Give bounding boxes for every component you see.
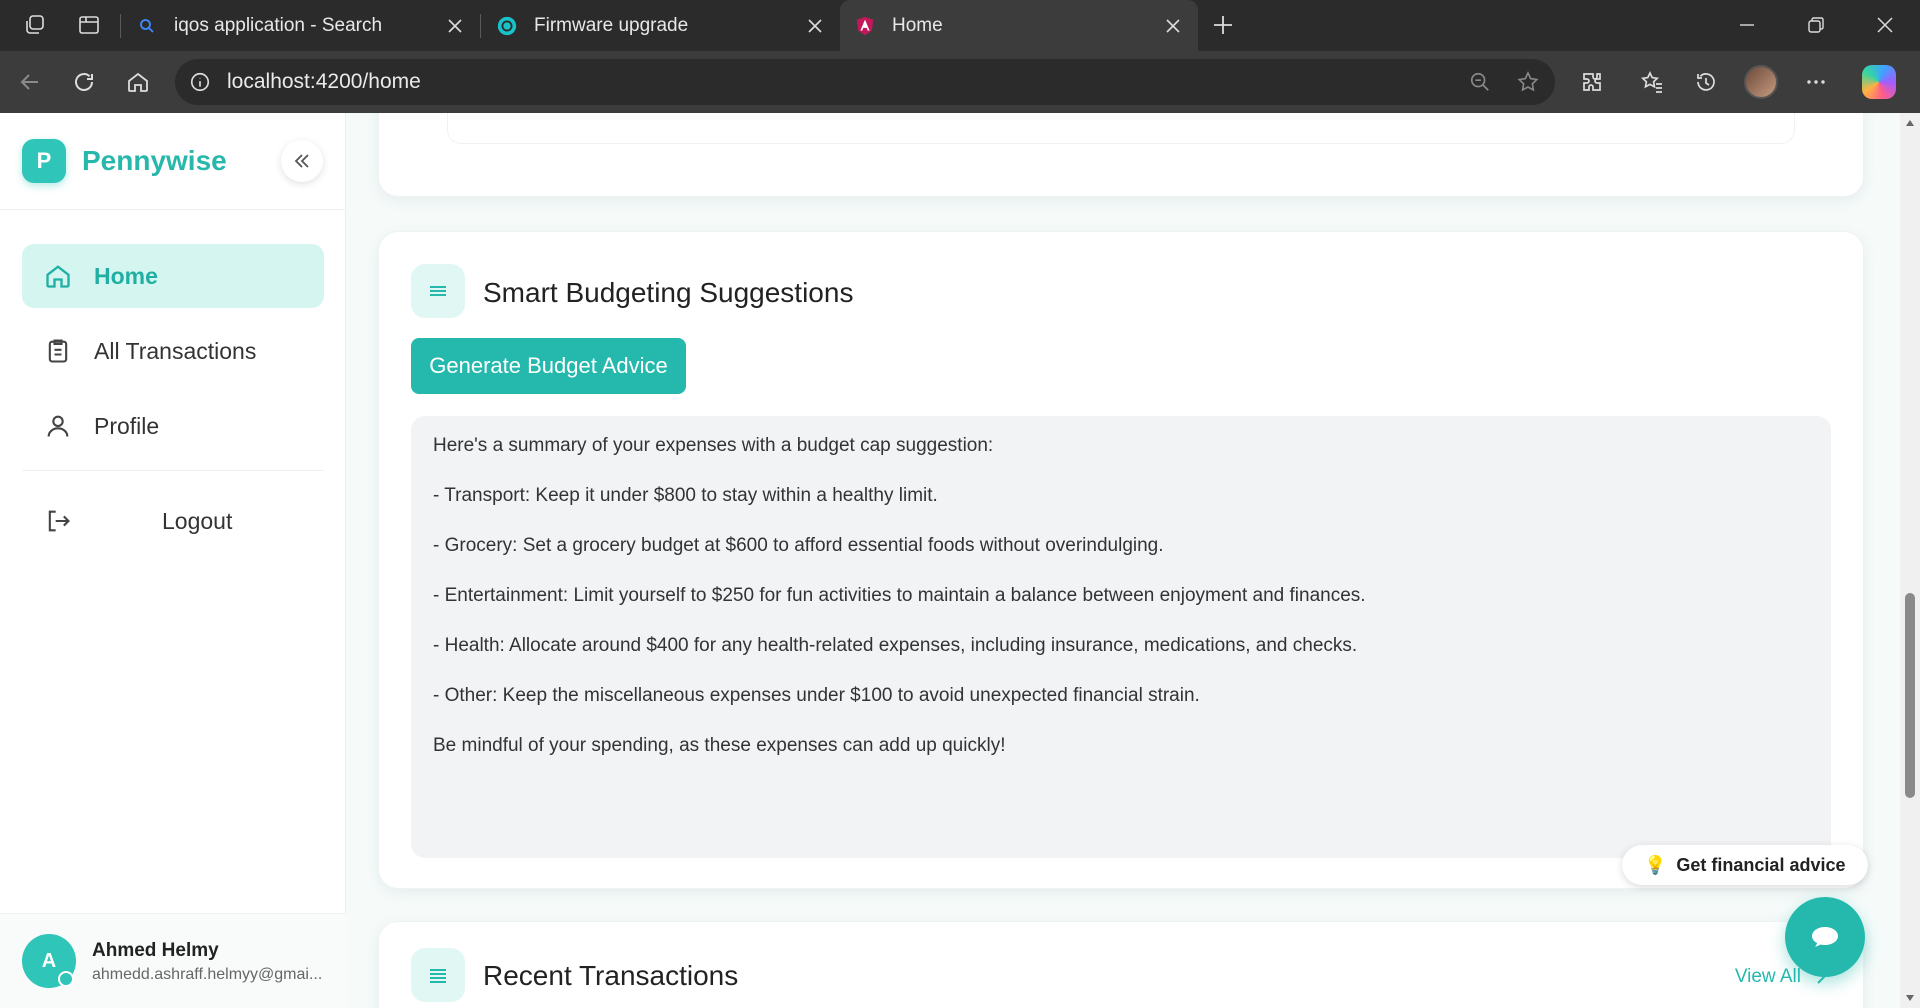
tab-firmware[interactable]: Firmware upgrade — [482, 0, 840, 51]
scroll-down-icon[interactable] — [1904, 992, 1916, 1004]
workspaces-icon[interactable] — [22, 12, 48, 38]
sidebar-item-label: All Transactions — [94, 337, 257, 364]
user-icon — [42, 410, 74, 442]
profile-avatar[interactable] — [1744, 65, 1778, 99]
favorite-star-icon[interactable] — [1513, 67, 1543, 97]
lightbulb-icon: 💡 — [1644, 854, 1667, 875]
tab-title: Home — [892, 14, 943, 36]
sidebar-item-profile[interactable]: Profile — [22, 394, 324, 458]
tab-home[interactable]: Home — [840, 0, 1198, 51]
globe-icon — [496, 15, 518, 37]
budget-advice-text: Here's a summary of your expenses with a… — [411, 416, 1831, 858]
list-icon — [411, 264, 465, 318]
sidebar-item-all-transactions[interactable]: All Transactions — [22, 319, 324, 383]
user-card[interactable]: A Ahmed Helmy ahmedd.ashraff.helmyy@gmai… — [0, 913, 346, 1008]
url-text: localhost:4200/home — [227, 70, 421, 93]
window-close-icon[interactable] — [1872, 12, 1898, 38]
browser-toolbar: localhost:4200/home — [0, 51, 1920, 113]
recent-transactions-title: Recent Transactions — [483, 960, 739, 991]
sidebar-item-label: Home — [94, 262, 158, 289]
close-icon[interactable] — [1162, 15, 1184, 37]
chat-button[interactable] — [1785, 897, 1865, 977]
home-icon — [42, 260, 74, 292]
copilot-icon[interactable] — [1862, 65, 1896, 99]
previous-card-inner — [447, 113, 1795, 144]
tab-actions-icon[interactable] — [76, 12, 102, 38]
close-icon[interactable] — [804, 15, 826, 37]
recent-transactions-card: Recent Transactions View All — [378, 921, 1864, 1008]
search-icon — [136, 15, 158, 37]
close-icon[interactable] — [444, 15, 466, 37]
logout-icon — [42, 505, 74, 537]
get-financial-advice-button[interactable]: 💡 Get financial advice — [1622, 845, 1868, 885]
sidebar-item-label: Profile — [94, 412, 160, 439]
budget-card-title: Smart Budgeting Suggestions — [483, 277, 854, 308]
user-email: ahmedd.ashraff.helmyy@gmai... — [92, 966, 323, 983]
tab-title: iqos application - Search — [174, 14, 383, 36]
advice-line: - Other: Keep the miscellaneous expenses… — [433, 685, 1200, 706]
logout-button[interactable]: Logout — [22, 491, 324, 551]
clipboard-icon — [42, 335, 74, 367]
advice-line: Be mindful of your spending, as these ex… — [433, 735, 1006, 756]
brand[interactable]: P Pennywise — [22, 139, 227, 183]
brand-logo: P — [22, 139, 66, 183]
advice-line: - Health: Allocate around $400 for any h… — [433, 635, 1358, 656]
advice-line: Here's a summary of your expenses with a… — [433, 435, 994, 456]
list-icon — [411, 948, 465, 1002]
divider — [0, 209, 346, 210]
collapse-sidebar-button[interactable] — [281, 140, 323, 182]
advice-line: - Transport: Keep it under $800 to stay … — [433, 485, 938, 506]
favorites-icon[interactable] — [1637, 67, 1667, 97]
page-scrollbar[interactable] — [1900, 113, 1920, 1008]
angular-icon — [854, 15, 876, 37]
new-tab-icon[interactable] — [1210, 12, 1236, 38]
scroll-up-icon[interactable] — [1904, 117, 1916, 129]
more-options-icon[interactable] — [1801, 67, 1831, 97]
financial-advice-label: Get financial advice — [1676, 854, 1846, 875]
brand-name: Pennywise — [82, 145, 227, 176]
budget-suggestions-card: Smart Budgeting Suggestions Generate Bud… — [378, 231, 1864, 889]
advice-line: - Grocery: Set a grocery budget at $600 … — [433, 535, 1164, 556]
browser-tab-bar: iqos application - Search Firmware upgra… — [0, 0, 1920, 51]
scroll-thumb[interactable] — [1905, 593, 1915, 798]
sidebar: P Pennywise Home All Transactions Profil… — [0, 113, 346, 1008]
user-name: Ahmed Helmy — [92, 940, 219, 961]
previous-card — [378, 113, 1864, 197]
zoom-out-icon[interactable] — [1465, 67, 1495, 97]
address-bar[interactable]: localhost:4200/home — [175, 59, 1555, 105]
restore-icon[interactable] — [1803, 12, 1829, 38]
back-icon[interactable] — [15, 67, 45, 97]
reload-icon[interactable] — [69, 67, 99, 97]
sidebar-item-home[interactable]: Home — [22, 244, 324, 308]
site-info-icon[interactable] — [185, 67, 215, 97]
page-viewport: P Pennywise Home All Transactions Profil… — [0, 113, 1920, 1008]
history-icon[interactable] — [1691, 67, 1721, 97]
extensions-icon[interactable] — [1577, 67, 1607, 97]
tab-search[interactable]: iqos application - Search — [122, 0, 480, 51]
divider — [22, 470, 324, 471]
home-browser-icon[interactable] — [123, 67, 153, 97]
online-status-indicator — [58, 971, 74, 987]
minimize-icon[interactable] — [1734, 12, 1760, 38]
chat-bubble-icon — [1810, 925, 1840, 949]
advice-line: - Entertainment: Limit yourself to $250 … — [433, 585, 1366, 606]
view-all-label: View All — [1734, 966, 1801, 987]
generate-budget-advice-button[interactable]: Generate Budget Advice — [411, 338, 686, 394]
tab-title: Firmware upgrade — [534, 14, 689, 36]
logout-label: Logout — [162, 507, 233, 534]
